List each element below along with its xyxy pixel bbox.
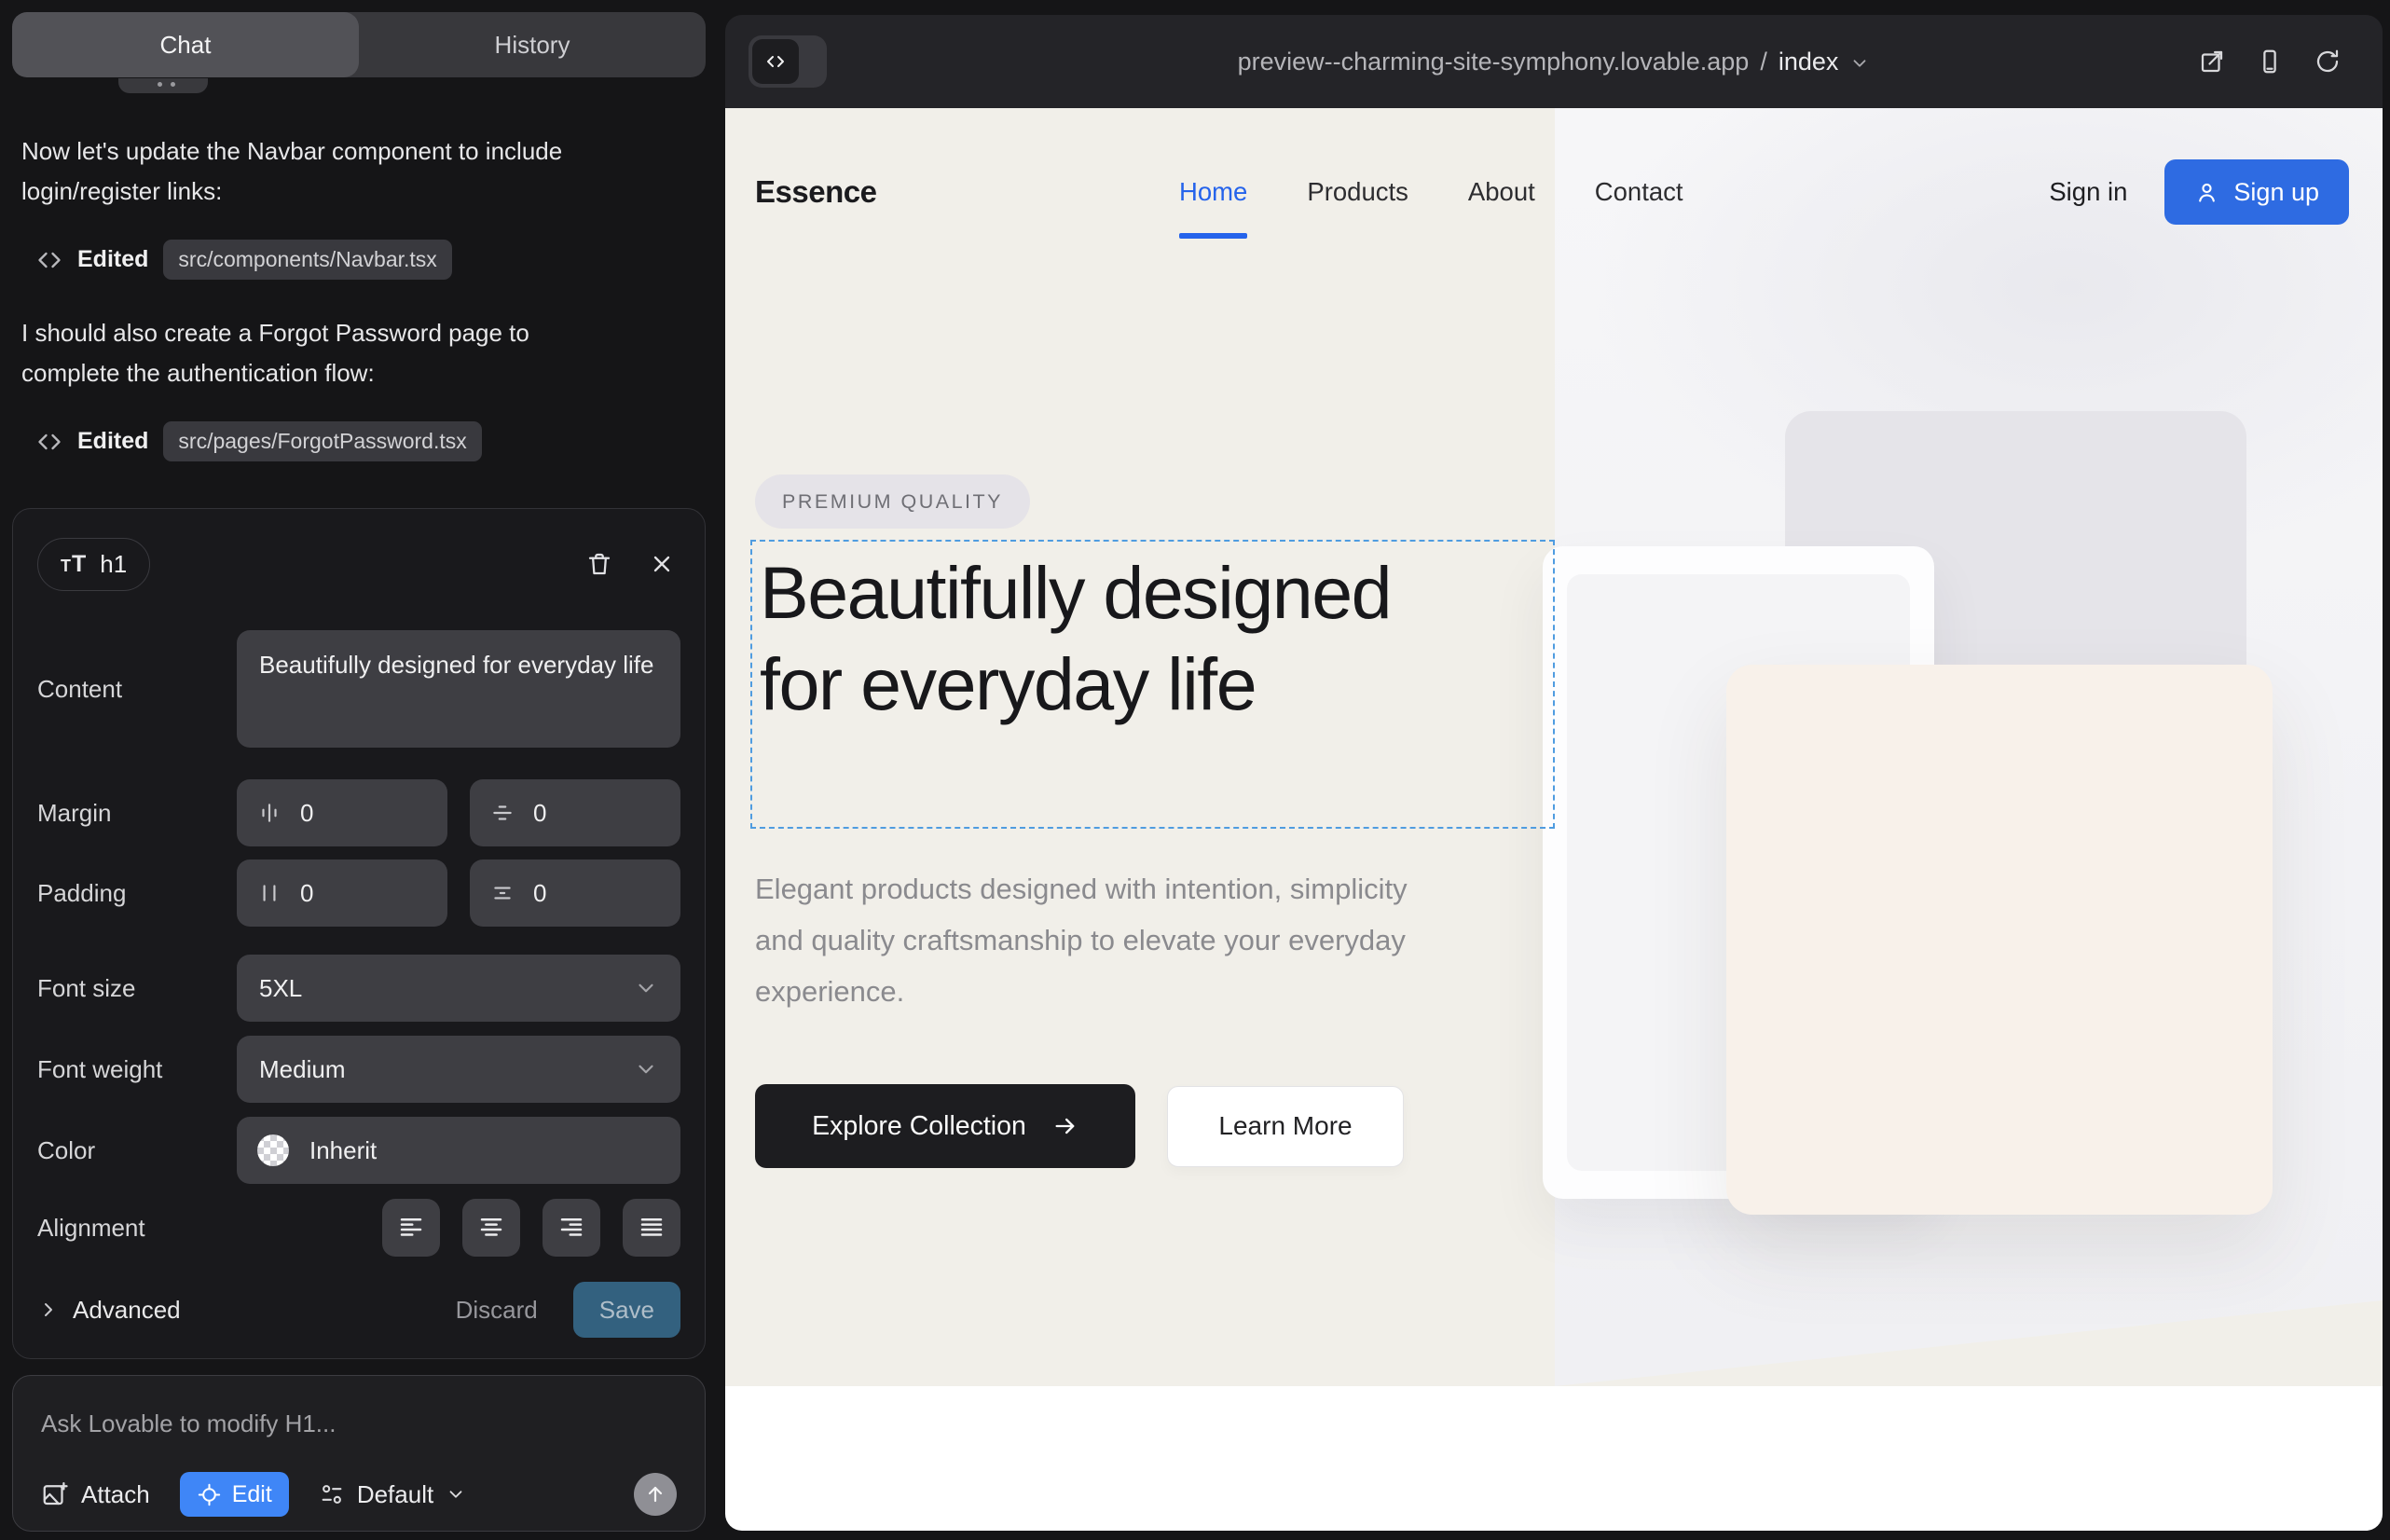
padding-y-input[interactable]: 0 <box>470 859 680 927</box>
send-arrow-icon <box>644 1483 666 1506</box>
tab-chat[interactable]: Chat <box>12 12 359 77</box>
align-center-icon <box>477 1214 505 1242</box>
advanced-toggle[interactable]: Advanced <box>37 1296 181 1325</box>
assistant-message: I should also create a Forgot Password p… <box>21 313 596 393</box>
element-tag-name: h1 <box>100 550 127 579</box>
alignment-label: Alignment <box>37 1214 237 1243</box>
margin-label: Margin <box>37 799 237 828</box>
selected-element-outline[interactable]: Beautifully designed for everyday life <box>750 540 1555 829</box>
chat-input[interactable]: Ask Lovable to modify H1... <box>41 1409 677 1438</box>
site-logo[interactable]: Essence <box>755 108 876 276</box>
align-right-button[interactable] <box>543 1199 600 1257</box>
align-center-button[interactable] <box>462 1199 520 1257</box>
chevron-down-icon <box>634 1057 658 1081</box>
chat-messages: Now let's update the Navbar component to… <box>12 131 706 461</box>
code-icon <box>36 429 62 455</box>
send-button[interactable] <box>634 1473 677 1516</box>
attach-button[interactable]: Attach <box>41 1480 150 1509</box>
discard-button[interactable]: Discard <box>456 1296 538 1325</box>
padding-vertical-icon <box>490 881 515 905</box>
font-weight-select[interactable]: Medium <box>237 1036 680 1103</box>
nav-link-home[interactable]: Home <box>1179 108 1247 276</box>
hero-paragraph: Elegant products designed with intention… <box>755 863 1408 1017</box>
margin-vertical-icon <box>490 801 515 825</box>
chevron-down-icon <box>446 1484 466 1505</box>
learn-more-button[interactable]: Learn More <box>1167 1086 1404 1167</box>
sidebar-tabbar: Chat History <box>12 12 706 77</box>
preview-pane: preview--charming-site-symphony.lovable.… <box>725 15 2383 1531</box>
mode-select[interactable]: Default <box>319 1480 466 1509</box>
element-editor-panel: TT h1 Content Beautifully designed for e… <box>12 508 706 1359</box>
arrow-right-icon <box>1052 1113 1078 1139</box>
nav-link-about[interactable]: About <box>1468 108 1535 276</box>
preview-url-bar[interactable]: preview--charming-site-symphony.lovable.… <box>725 15 2383 108</box>
color-label: Color <box>37 1136 237 1165</box>
chat-composer: Ask Lovable to modify H1... Attach Edit … <box>12 1375 706 1532</box>
content-textarea[interactable]: Beautifully designed for everyday life <box>237 630 680 748</box>
sign-in-link[interactable]: Sign in <box>2049 177 2127 207</box>
color-swatch-icon <box>257 1134 289 1166</box>
premium-quality-badge: PREMIUM QUALITY <box>755 474 1030 529</box>
font-weight-label: Font weight <box>37 1055 237 1084</box>
hero-section: Essence Home Products About Contact Sign… <box>725 108 2383 1386</box>
font-size-select[interactable]: 5XL <box>237 955 680 1022</box>
preview-toolbar: preview--charming-site-symphony.lovable.… <box>725 15 2383 108</box>
hero-heading[interactable]: Beautifully designed for everyday life <box>760 547 1422 730</box>
save-button[interactable]: Save <box>573 1282 680 1338</box>
edited-file-row[interactable]: Edited src/pages/ForgotPassword.tsx <box>36 421 706 461</box>
mobile-view-icon[interactable] <box>2256 48 2284 76</box>
chevron-down-icon <box>634 976 658 1000</box>
font-size-label: Font size <box>37 974 237 1003</box>
align-justify-button[interactable] <box>623 1199 680 1257</box>
sliders-icon <box>319 1481 345 1507</box>
nav-links: Home Products About Contact <box>1179 108 1683 276</box>
close-icon[interactable] <box>649 551 675 577</box>
edit-mode-button[interactable]: Edit <box>180 1472 289 1517</box>
nav-link-contact[interactable]: Contact <box>1595 108 1683 276</box>
assistant-message: Now let's update the Navbar component to… <box>21 131 596 212</box>
file-path-pill[interactable]: src/pages/ForgotPassword.tsx <box>163 421 481 461</box>
chevron-right-icon <box>37 1299 60 1321</box>
align-justify-icon <box>638 1214 666 1242</box>
code-icon <box>36 247 62 273</box>
user-icon <box>2194 180 2219 205</box>
color-picker-field[interactable]: Inherit <box>237 1117 680 1184</box>
padding-horizontal-icon <box>257 881 282 905</box>
sign-up-button[interactable]: Sign up <box>2164 159 2349 225</box>
url-separator: / <box>1760 48 1767 76</box>
chat-sidebar: Chat History Now let's update the Navbar… <box>12 12 706 1532</box>
trash-icon[interactable] <box>585 550 613 578</box>
chevron-down-icon <box>1849 53 1870 74</box>
margin-y-input[interactable]: 0 <box>470 779 680 846</box>
clipped-chat-element <box>118 78 208 93</box>
attach-image-icon <box>41 1480 69 1508</box>
margin-horizontal-icon <box>257 801 282 825</box>
type-icon: TT <box>61 551 87 578</box>
align-left-button[interactable] <box>382 1199 440 1257</box>
nav-link-products[interactable]: Products <box>1307 108 1408 276</box>
file-path-pill[interactable]: src/components/Navbar.tsx <box>163 240 451 280</box>
url-page: index <box>1779 48 1839 76</box>
refresh-icon[interactable] <box>2314 48 2342 76</box>
url-domain: preview--charming-site-symphony.lovable.… <box>1238 48 1750 76</box>
decor-card-beige <box>1726 665 2273 1215</box>
align-right-icon <box>557 1214 585 1242</box>
element-tag-pill[interactable]: TT h1 <box>37 538 150 591</box>
edit-target-icon <box>197 1482 222 1507</box>
align-left-icon <box>397 1214 425 1242</box>
edited-label: Edited <box>77 246 148 273</box>
content-label: Content <box>37 675 237 704</box>
open-external-icon[interactable] <box>2198 48 2226 76</box>
explore-collection-button[interactable]: Explore Collection <box>755 1084 1135 1168</box>
edited-file-row[interactable]: Edited src/components/Navbar.tsx <box>36 240 706 280</box>
tab-history[interactable]: History <box>359 12 706 77</box>
edited-label: Edited <box>77 428 148 455</box>
padding-x-input[interactable]: 0 <box>237 859 447 927</box>
site-preview: Essence Home Products About Contact Sign… <box>725 108 2383 1531</box>
margin-x-input[interactable]: 0 <box>237 779 447 846</box>
padding-label: Padding <box>37 879 237 908</box>
site-navbar: Essence Home Products About Contact Sign… <box>725 108 2383 276</box>
